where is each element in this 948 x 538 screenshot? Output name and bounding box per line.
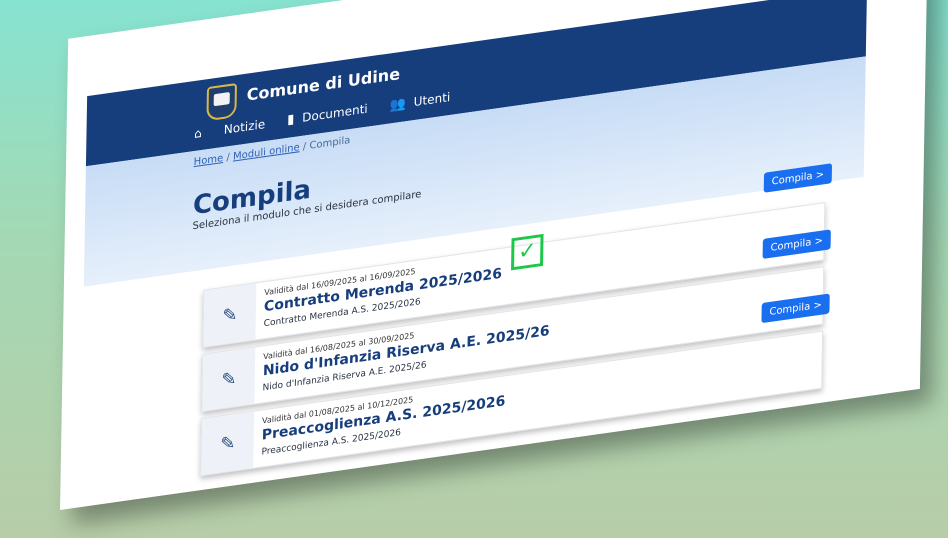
breadcrumb-sep: / [302,141,307,153]
edit-icon: ✎ [202,347,256,411]
city-logo-icon [206,82,237,122]
users-icon: 👥 [389,96,407,114]
breadcrumb-sep: / [226,152,230,164]
site-title[interactable]: Comune di Udine [247,64,401,105]
document-icon: ▮ [287,111,295,128]
screenshot-paper: Comune di Udine ⌂ Notizie ▮ Documenti 👥 … [60,0,929,510]
nav-notizie[interactable]: Notizie [224,117,266,137]
edit-icon: ✎ [203,283,257,347]
nav-documenti[interactable]: ▮ Documenti [287,102,368,128]
nav-documenti-label: Documenti [302,101,368,125]
nav-utenti[interactable]: 👥 Utenti [390,90,451,114]
check-overlay-icon: ✓ [511,233,544,271]
nav-utenti-label: Utenti [413,89,451,110]
edit-icon: ✎ [201,411,255,476]
home-icon[interactable]: ⌂ [194,125,202,140]
